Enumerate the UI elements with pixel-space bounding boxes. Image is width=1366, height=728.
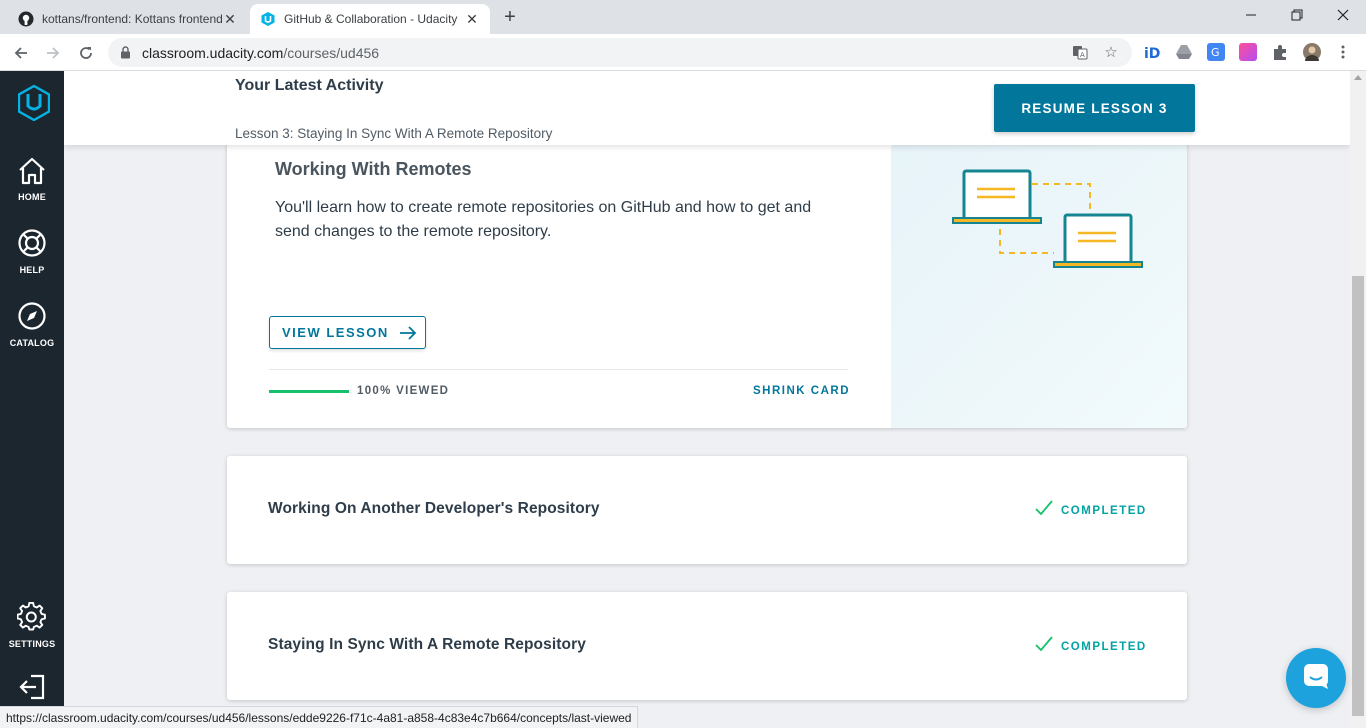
home-icon: [17, 157, 47, 190]
sidebar-item-settings[interactable]: SETTINGS: [0, 601, 64, 649]
lesson-title: Working On Another Developer's Repositor…: [268, 500, 600, 517]
close-tab-icon[interactable]: ✕: [222, 11, 238, 27]
lifebuoy-icon: [17, 228, 47, 263]
close-tab-icon[interactable]: ✕: [464, 11, 480, 27]
back-icon[interactable]: [8, 40, 34, 66]
progress-label: 100% VIEWED: [357, 385, 450, 397]
translate-icon[interactable]: A: [1070, 42, 1090, 62]
link-status-url: https://classroom.udacity.com/courses/ud…: [0, 706, 639, 728]
sidebar-item-label: SETTINGS: [8, 639, 56, 649]
sidebar-item-logout[interactable]: [0, 673, 64, 706]
chat-icon: [1302, 662, 1330, 695]
extensions-puzzle-icon[interactable]: [1271, 43, 1289, 61]
bookmark-star-icon[interactable]: ☆: [1101, 42, 1121, 62]
scrollbar-thumb[interactable]: [1352, 276, 1364, 716]
reload-icon[interactable]: [73, 40, 99, 66]
svg-text:A: A: [1080, 51, 1085, 59]
two-laptops-illustration-icon: [952, 169, 1143, 268]
address-bar[interactable]: classroom.udacity.com/courses/ud456: [108, 38, 1132, 67]
completed-label: COMPLETED: [1061, 504, 1147, 517]
completed-label: COMPLETED: [1061, 640, 1147, 653]
latest-activity-bar: Your Latest Activity Lesson 3: Staying I…: [64, 71, 1350, 145]
sidebar-item-label: HOME: [18, 192, 46, 202]
new-tab-icon[interactable]: +: [498, 6, 522, 30]
resume-lesson-button[interactable]: RESUME LESSON 3: [994, 84, 1195, 132]
completed-status: COMPLETED: [1035, 636, 1147, 657]
latest-activity-lesson: Lesson 3: Staying In Sync With A Remote …: [235, 126, 553, 141]
classroom-main: Your Latest Activity Lesson 3: Staying I…: [64, 71, 1350, 728]
forward-icon[interactable]: [40, 40, 66, 66]
tab-title: GitHub & Collaboration - Udacity: [284, 12, 458, 26]
progress-bar-fill: [269, 390, 349, 393]
browser-menu-icon[interactable]: [1336, 42, 1350, 62]
tab-title: kottans/frontend: Kottans frontend: [42, 12, 222, 26]
udacity-logo-icon[interactable]: [17, 84, 51, 122]
scroll-up-icon[interactable]: [1354, 75, 1362, 80]
gear-icon: [16, 601, 47, 637]
browser-tab-active[interactable]: GitHub & Collaboration - Udacity ✕: [250, 4, 490, 34]
restore-icon[interactable]: [1274, 0, 1320, 30]
github-icon: [18, 11, 34, 27]
compass-icon: [17, 301, 47, 336]
lock-icon: [120, 46, 134, 59]
view-lesson-label: VIEW LESSON: [282, 325, 389, 340]
browser-toolbar: classroom.udacity.com/courses/ud456 A ☆ …: [0, 34, 1366, 71]
checkmark-icon: [1035, 636, 1053, 657]
sidebar-item-label: CATALOG: [9, 338, 55, 348]
drive-extension-icon[interactable]: [1175, 43, 1193, 61]
latest-activity-title: Your Latest Activity: [235, 77, 384, 94]
sidebar-item-help[interactable]: HELP: [0, 228, 64, 275]
arrow-right-icon: [399, 325, 417, 340]
card-divider: [269, 369, 848, 370]
lesson-card-expanded: Working With Remotes You'll learn how to…: [227, 111, 1187, 428]
completed-status: COMPLETED: [1035, 500, 1147, 521]
view-lesson-button[interactable]: VIEW LESSON: [269, 316, 426, 349]
browser-tab[interactable]: kottans/frontend: Kottans frontend ✕: [8, 4, 248, 34]
url-host: classroom.udacity.com: [142, 44, 284, 61]
gradient-extension-icon[interactable]: [1239, 43, 1257, 61]
chat-launcher-button[interactable]: [1286, 648, 1346, 708]
url-path: /courses/ud456: [283, 44, 380, 61]
google-translate-extension-icon[interactable]: G: [1207, 43, 1225, 61]
svg-text:iD: iD: [1144, 46, 1160, 61]
shrink-card-link[interactable]: SHRINK CARD: [753, 385, 850, 397]
logout-icon: [18, 673, 46, 706]
id-extension-icon[interactable]: iD: [1143, 43, 1161, 62]
classroom-sidebar: HOME HELP CATALOG SETTINGS: [0, 71, 64, 728]
browser-tab-strip: kottans/frontend: Kottans frontend ✕ Git…: [0, 0, 1366, 34]
sidebar-item-catalog[interactable]: CATALOG: [0, 301, 64, 348]
sidebar-item-home[interactable]: HOME: [0, 157, 64, 202]
page-scrollbar[interactable]: [1350, 71, 1366, 728]
lesson-illustration: [891, 111, 1187, 428]
checkmark-icon: [1035, 500, 1053, 521]
svg-text:G: G: [1211, 46, 1220, 59]
minimize-icon[interactable]: [1228, 0, 1274, 30]
lesson-title: Working With Remotes: [275, 159, 472, 179]
udacity-favicon-icon: [260, 11, 276, 27]
progress-bar: [269, 390, 349, 393]
lesson-title: Staying In Sync With A Remote Repository: [268, 636, 586, 653]
lesson-description: You'll learn how to create remote reposi…: [275, 199, 812, 240]
close-window-icon[interactable]: [1320, 0, 1366, 30]
profile-avatar[interactable]: [1303, 43, 1321, 61]
lesson-card[interactable]: Staying In Sync With A Remote Repository…: [227, 592, 1187, 700]
lesson-card[interactable]: Working On Another Developer's Repositor…: [227, 456, 1187, 564]
sidebar-item-label: HELP: [19, 265, 45, 275]
